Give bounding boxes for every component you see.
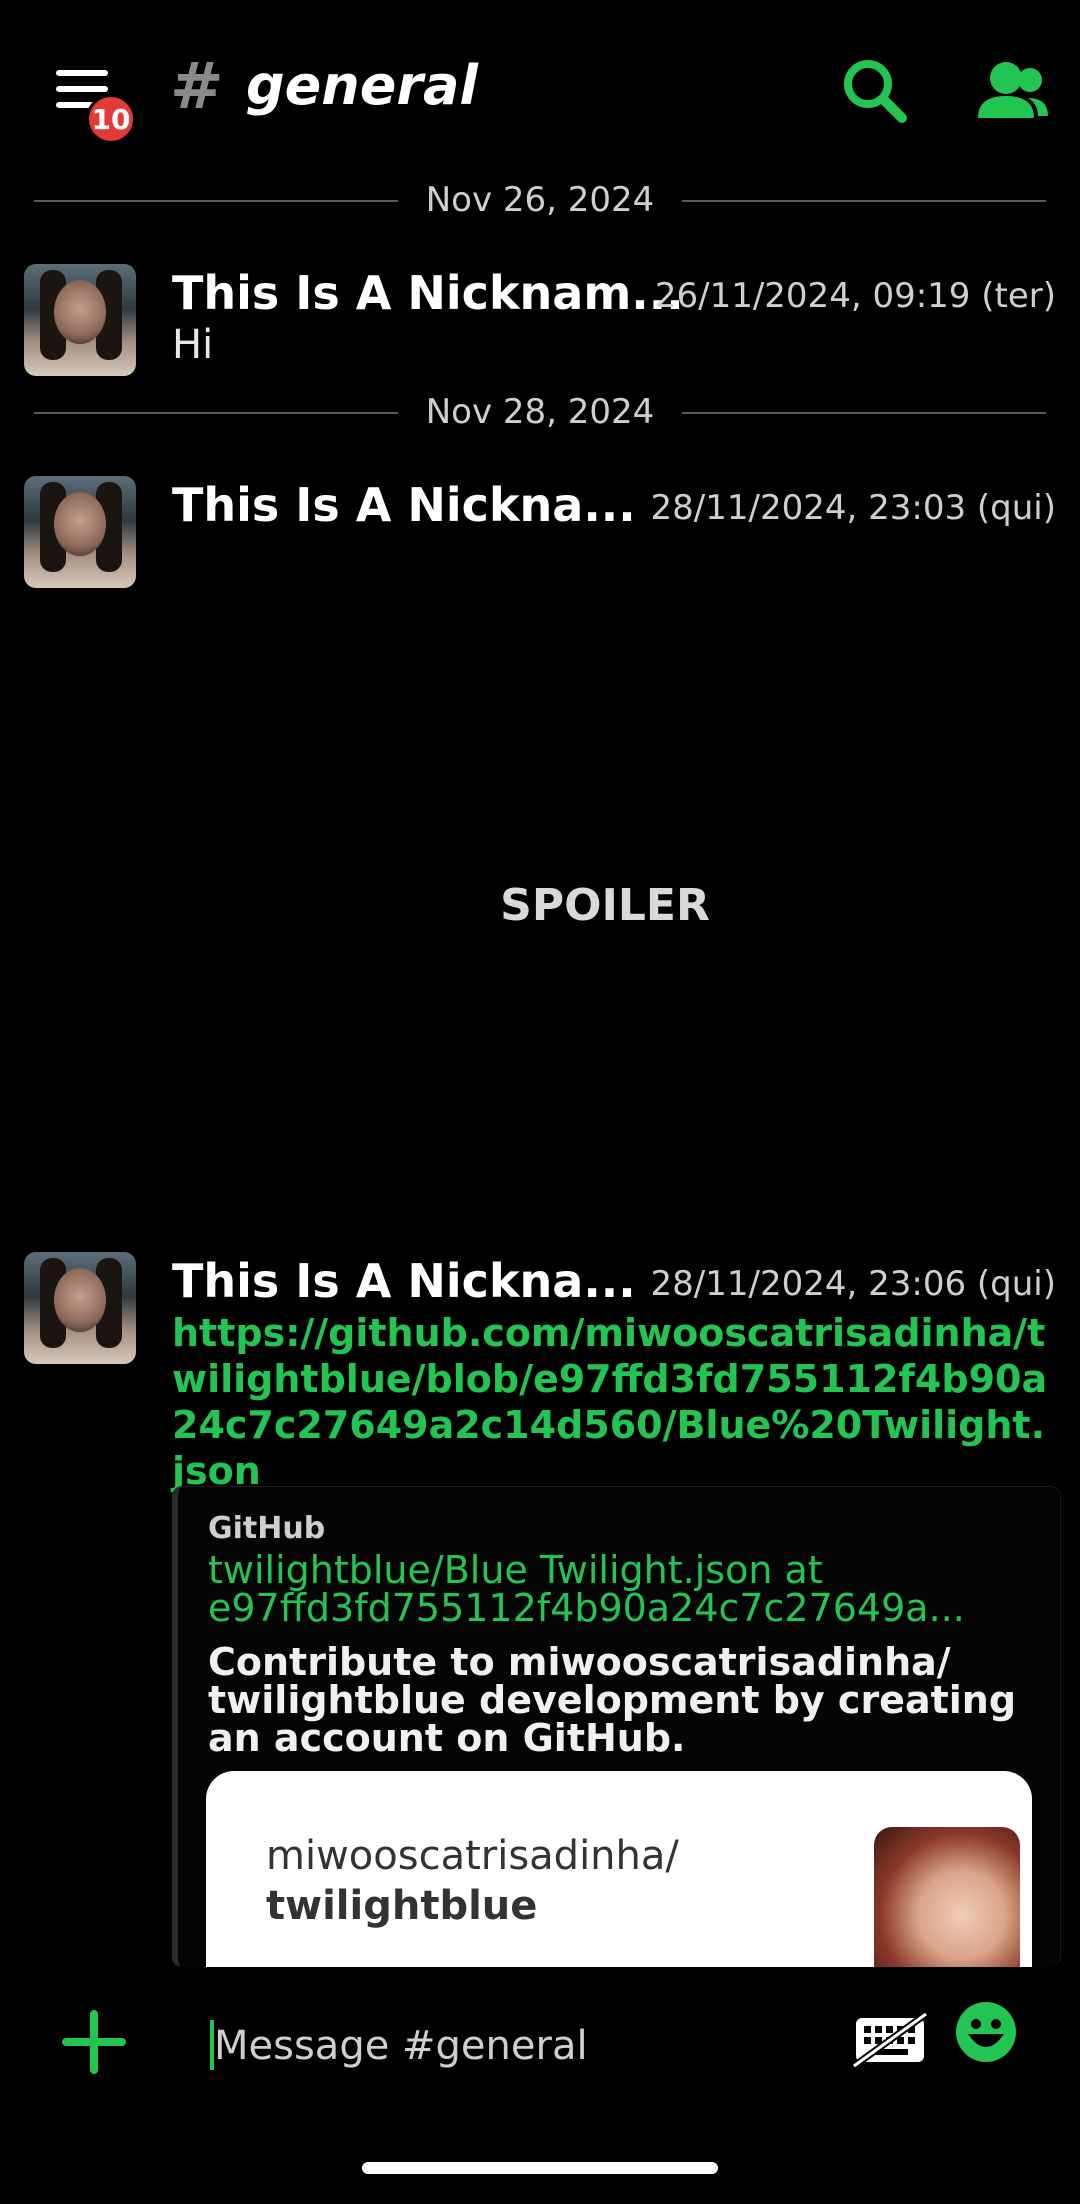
search-icon[interactable] [836, 52, 916, 132]
message-author[interactable]: This Is A Nickna... [172, 478, 636, 532]
embed-title[interactable]: twilightblue/Blue Twilight.json at e97ff… [208, 1551, 1028, 1627]
message-link[interactable]: https://github.com/miwooscatrisadinha/tw… [172, 1310, 1052, 1494]
home-indicator[interactable] [362, 2162, 718, 2174]
menu-icon-bar [56, 86, 108, 92]
card-avatar-image [874, 1827, 1020, 1967]
keyboard-off-icon[interactable] [852, 2010, 928, 2070]
avatar[interactable] [24, 476, 136, 588]
avatar[interactable] [24, 1252, 136, 1364]
message-timestamp: 28/11/2024, 23:06 (qui) [650, 1264, 1056, 1304]
embed-provider[interactable]: GitHub [208, 1511, 325, 1546]
spoiler-attachment[interactable]: SPOILER [0, 880, 1080, 931]
message-author[interactable]: This Is A Nicknam... [172, 266, 684, 320]
embed-description: Contribute to miwooscatrisadinha/ twilig… [208, 1640, 1017, 1760]
message-timestamp: 26/11/2024, 09:19 (ter) [654, 276, 1056, 316]
plus-icon[interactable] [62, 2010, 126, 2074]
date-separator: Nov 28, 2024 [34, 392, 1046, 432]
date-separator: Nov 26, 2024 [34, 180, 1046, 220]
channel-title: general [246, 54, 478, 117]
members-icon[interactable] [972, 52, 1052, 132]
link-embed: GitHub twilightblue/Blue Twilight.json a… [172, 1486, 1061, 1967]
embed-image-card[interactable]: miwooscatrisadinha/ twilightblue [206, 1771, 1032, 1967]
message-author[interactable]: This Is A Nickna... [172, 1254, 636, 1308]
unread-badge: 10 [86, 94, 136, 144]
date-separator-label: Nov 28, 2024 [405, 392, 675, 432]
card-owner: miwooscatrisadinha/ [266, 1833, 679, 1879]
channel-header: 10 # general [0, 0, 1080, 180]
message-text: Hi [172, 322, 214, 368]
card-repo: twilightblue [266, 1883, 538, 1929]
date-separator-label: Nov 26, 2024 [405, 180, 675, 220]
menu-icon [56, 70, 108, 76]
message-input-wrapper [210, 2010, 830, 2082]
message-input[interactable] [212, 2010, 826, 2082]
avatar[interactable] [24, 264, 136, 376]
channel-hash-icon: # [170, 50, 224, 124]
emoji-icon[interactable] [954, 2000, 1018, 2064]
message-composer [0, 1980, 1080, 2120]
message-timestamp: 28/11/2024, 23:03 (qui) [650, 488, 1056, 528]
